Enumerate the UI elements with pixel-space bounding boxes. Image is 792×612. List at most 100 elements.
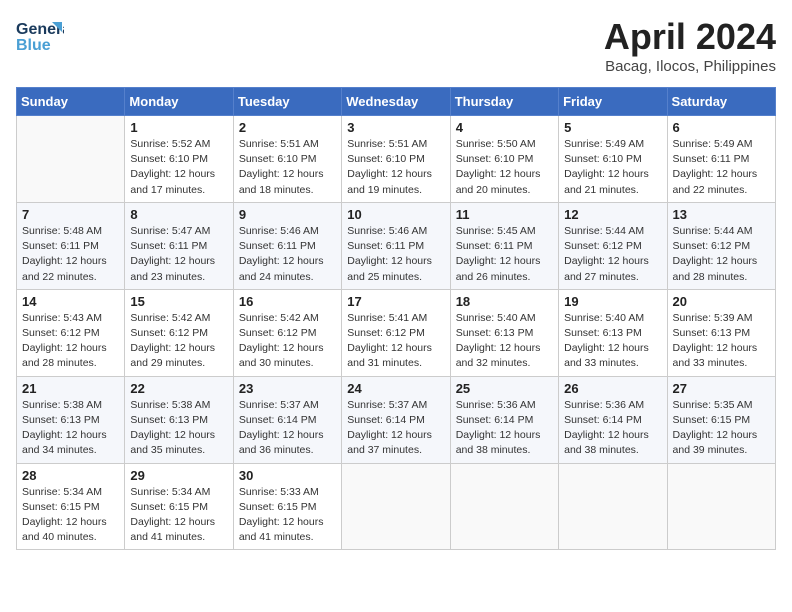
calendar-cell: 26 Sunrise: 5:36 AMSunset: 6:14 PMDayligh… [559,376,667,463]
day-number: 22 [130,381,227,396]
week-row-4: 21Sunrise: 5:38 AMSunset: 6:13 PMDayligh… [17,376,776,463]
week-row-3: 14Sunrise: 5:43 AMSunset: 6:12 PMDayligh… [17,289,776,376]
calendar-cell: 5 Sunrise: 5:49 AMSunset: 6:10 PMDaylight… [559,116,667,203]
day-number: 2 [239,120,336,135]
header-day-sunday: Sunday [17,88,125,116]
day-number: 25 [456,381,553,396]
calendar-cell: 28 Sunrise: 5:34 AMSunset: 6:15 PMDayligh… [17,463,125,550]
day-info: Sunrise: 5:46 AMSunset: 6:11 PMDaylight:… [347,224,444,285]
day-number: 1 [130,120,227,135]
day-info: Sunrise: 5:38 AMSunset: 6:13 PMDaylight:… [22,398,119,459]
day-number: 28 [22,468,119,483]
day-number: 11 [456,207,553,222]
header-day-thursday: Thursday [450,88,558,116]
calendar-body: 1 Sunrise: 5:52 AMSunset: 6:10 PMDaylight… [17,116,776,550]
calendar-cell [342,463,450,550]
day-number: 17 [347,294,444,309]
day-info: Sunrise: 5:36 AMSunset: 6:14 PMDaylight:… [456,398,553,459]
calendar-cell: 22 Sunrise: 5:38 AMSunset: 6:13 PMDayligh… [125,376,233,463]
day-number: 18 [456,294,553,309]
day-info: Sunrise: 5:35 AMSunset: 6:15 PMDaylight:… [673,398,770,459]
header-row: SundayMondayTuesdayWednesdayThursdayFrid… [17,88,776,116]
calendar-cell: 8 Sunrise: 5:47 AMSunset: 6:11 PMDaylight… [125,202,233,289]
calendar-cell: 18 Sunrise: 5:40 AMSunset: 6:13 PMDayligh… [450,289,558,376]
calendar-cell: 15 Sunrise: 5:42 AMSunset: 6:12 PMDayligh… [125,289,233,376]
day-number: 7 [22,207,119,222]
day-number: 6 [673,120,770,135]
day-info: Sunrise: 5:42 AMSunset: 6:12 PMDaylight:… [130,311,227,372]
day-info: Sunrise: 5:40 AMSunset: 6:13 PMDaylight:… [564,311,661,372]
day-info: Sunrise: 5:50 AMSunset: 6:10 PMDaylight:… [456,137,553,198]
day-number: 20 [673,294,770,309]
day-info: Sunrise: 5:48 AMSunset: 6:11 PMDaylight:… [22,224,119,285]
day-number: 23 [239,381,336,396]
day-info: Sunrise: 5:51 AMSunset: 6:10 PMDaylight:… [239,137,336,198]
day-info: Sunrise: 5:37 AMSunset: 6:14 PMDaylight:… [239,398,336,459]
calendar-cell: 14Sunrise: 5:43 AMSunset: 6:12 PMDayligh… [17,289,125,376]
day-info: Sunrise: 5:39 AMSunset: 6:13 PMDaylight:… [673,311,770,372]
day-number: 24 [347,381,444,396]
calendar-cell: 12 Sunrise: 5:44 AMSunset: 6:12 PMDayligh… [559,202,667,289]
day-number: 12 [564,207,661,222]
calendar-cell [17,116,125,203]
logo-icon: General Blue [16,16,64,56]
day-number: 10 [347,207,444,222]
day-number: 4 [456,120,553,135]
day-info: Sunrise: 5:37 AMSunset: 6:14 PMDaylight:… [347,398,444,459]
day-info: Sunrise: 5:49 AMSunset: 6:10 PMDaylight:… [564,137,661,198]
day-info: Sunrise: 5:45 AMSunset: 6:11 PMDaylight:… [456,224,553,285]
calendar-cell [450,463,558,550]
day-info: Sunrise: 5:34 AMSunset: 6:15 PMDaylight:… [22,485,119,546]
day-number: 9 [239,207,336,222]
calendar-table: SundayMondayTuesdayWednesdayThursdayFrid… [16,87,776,550]
day-info: Sunrise: 5:51 AMSunset: 6:10 PMDaylight:… [347,137,444,198]
calendar-cell: 24 Sunrise: 5:37 AMSunset: 6:14 PMDayligh… [342,376,450,463]
calendar-cell: 30 Sunrise: 5:33 AMSunset: 6:15 PMDayligh… [233,463,341,550]
day-info: Sunrise: 5:38 AMSunset: 6:13 PMDaylight:… [130,398,227,459]
day-number: 29 [130,468,227,483]
day-number: 3 [347,120,444,135]
week-row-1: 1 Sunrise: 5:52 AMSunset: 6:10 PMDaylight… [17,116,776,203]
day-info: Sunrise: 5:36 AMSunset: 6:14 PMDaylight:… [564,398,661,459]
day-info: Sunrise: 5:47 AMSunset: 6:11 PMDaylight:… [130,224,227,285]
day-number: 30 [239,468,336,483]
header-day-friday: Friday [559,88,667,116]
day-info: Sunrise: 5:44 AMSunset: 6:12 PMDaylight:… [673,224,770,285]
calendar-header: SundayMondayTuesdayWednesdayThursdayFrid… [17,88,776,116]
calendar-cell: 11 Sunrise: 5:45 AMSunset: 6:11 PMDayligh… [450,202,558,289]
day-info: Sunrise: 5:40 AMSunset: 6:13 PMDaylight:… [456,311,553,372]
calendar-cell: 2 Sunrise: 5:51 AMSunset: 6:10 PMDaylight… [233,116,341,203]
day-number: 15 [130,294,227,309]
day-number: 13 [673,207,770,222]
day-info: Sunrise: 5:42 AMSunset: 6:12 PMDaylight:… [239,311,336,372]
day-number: 8 [130,207,227,222]
day-info: Sunrise: 5:33 AMSunset: 6:15 PMDaylight:… [239,485,336,546]
calendar-cell: 3 Sunrise: 5:51 AMSunset: 6:10 PMDaylight… [342,116,450,203]
calendar-cell: 13 Sunrise: 5:44 AMSunset: 6:12 PMDayligh… [667,202,775,289]
title-block: April 2024 Bacag, Ilocos, Philippines [604,16,776,75]
month-title: April 2024 [604,16,776,58]
week-row-5: 28 Sunrise: 5:34 AMSunset: 6:15 PMDayligh… [17,463,776,550]
day-number: 14 [22,294,119,309]
day-info: Sunrise: 5:34 AMSunset: 6:15 PMDaylight:… [130,485,227,546]
calendar-cell: 9Sunrise: 5:46 AMSunset: 6:11 PMDaylight… [233,202,341,289]
day-number: 26 [564,381,661,396]
day-number: 19 [564,294,661,309]
header-day-wednesday: Wednesday [342,88,450,116]
calendar-cell: 20 Sunrise: 5:39 AMSunset: 6:13 PMDayligh… [667,289,775,376]
week-row-2: 7 Sunrise: 5:48 AMSunset: 6:11 PMDaylight… [17,202,776,289]
calendar-cell: 19 Sunrise: 5:40 AMSunset: 6:13 PMDayligh… [559,289,667,376]
day-number: 5 [564,120,661,135]
day-info: Sunrise: 5:49 AMSunset: 6:11 PMDaylight:… [673,137,770,198]
header-day-monday: Monday [125,88,233,116]
day-info: Sunrise: 5:44 AMSunset: 6:12 PMDaylight:… [564,224,661,285]
location-subtitle: Bacag, Ilocos, Philippines [604,58,776,75]
calendar-cell: 23 Sunrise: 5:37 AMSunset: 6:14 PMDayligh… [233,376,341,463]
calendar-cell: 1 Sunrise: 5:52 AMSunset: 6:10 PMDaylight… [125,116,233,203]
svg-text:Blue: Blue [16,37,51,54]
calendar-cell: 17Sunrise: 5:41 AMSunset: 6:12 PMDayligh… [342,289,450,376]
calendar-cell [667,463,775,550]
day-info: Sunrise: 5:52 AMSunset: 6:10 PMDaylight:… [130,137,227,198]
calendar-cell: 27Sunrise: 5:35 AMSunset: 6:15 PMDayligh… [667,376,775,463]
logo: General Blue [16,16,64,61]
